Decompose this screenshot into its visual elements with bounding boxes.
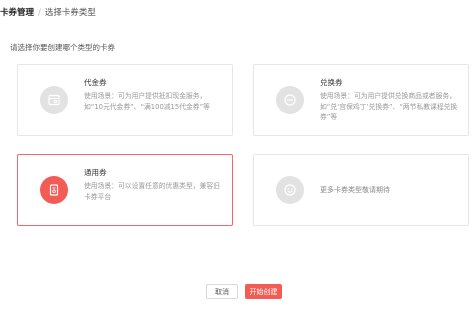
breadcrumb-root-link[interactable]: 卡券管理 [0, 8, 34, 18]
card-general-title: 通用券 [84, 168, 107, 177]
card-more: 更多卡券类型敬请期待 [253, 154, 469, 226]
card-general-desc: 使用场景：可以设置任意的优惠类型，兼容旧卡券平台 [84, 182, 220, 201]
breadcrumb: 卡券管理 / 选择卡券类型 [0, 6, 96, 18]
selection-prompt: 请选择你要创建哪个类型的卡券 [10, 43, 115, 52]
smile-icon [276, 176, 304, 204]
voucher-icon [40, 86, 68, 114]
card-more-text: 更多卡券类型敬请期待 [320, 186, 390, 194]
breadcrumb-current: 选择卡券类型 [44, 8, 96, 18]
card-exchange-title: 兑换券 [320, 78, 343, 87]
breadcrumb-separator: / [38, 8, 41, 18]
cancel-button[interactable]: 取消 [206, 284, 238, 299]
card-voucher[interactable]: 代金券 使用场景：可为用户提供抵扣现金服务，如“10元代金券”、“满100减15… [17, 64, 233, 136]
exchange-icon [276, 86, 304, 114]
card-voucher-title: 代金券 [84, 78, 107, 87]
card-exchange[interactable]: 兑换券 使用场景：可为用户提供兑换商品或者服务，如“兑‘宫保鸡丁’兑换券”、“两… [253, 64, 469, 136]
general-coupon-icon [40, 176, 68, 204]
card-voucher-desc: 使用场景：可为用户提供抵扣现金服务，如“10元代金券”、“满100减15代金券”… [84, 92, 210, 111]
start-create-button[interactable]: 开始创建 [245, 284, 282, 299]
card-general[interactable]: 通用券 使用场景：可以设置任意的优惠类型，兼容旧卡券平台 [17, 154, 233, 226]
card-exchange-desc: 使用场景：可为用户提供兑换商品或者服务，如“兑‘宫保鸡丁’兑换券”、“两节私教课… [320, 92, 458, 121]
